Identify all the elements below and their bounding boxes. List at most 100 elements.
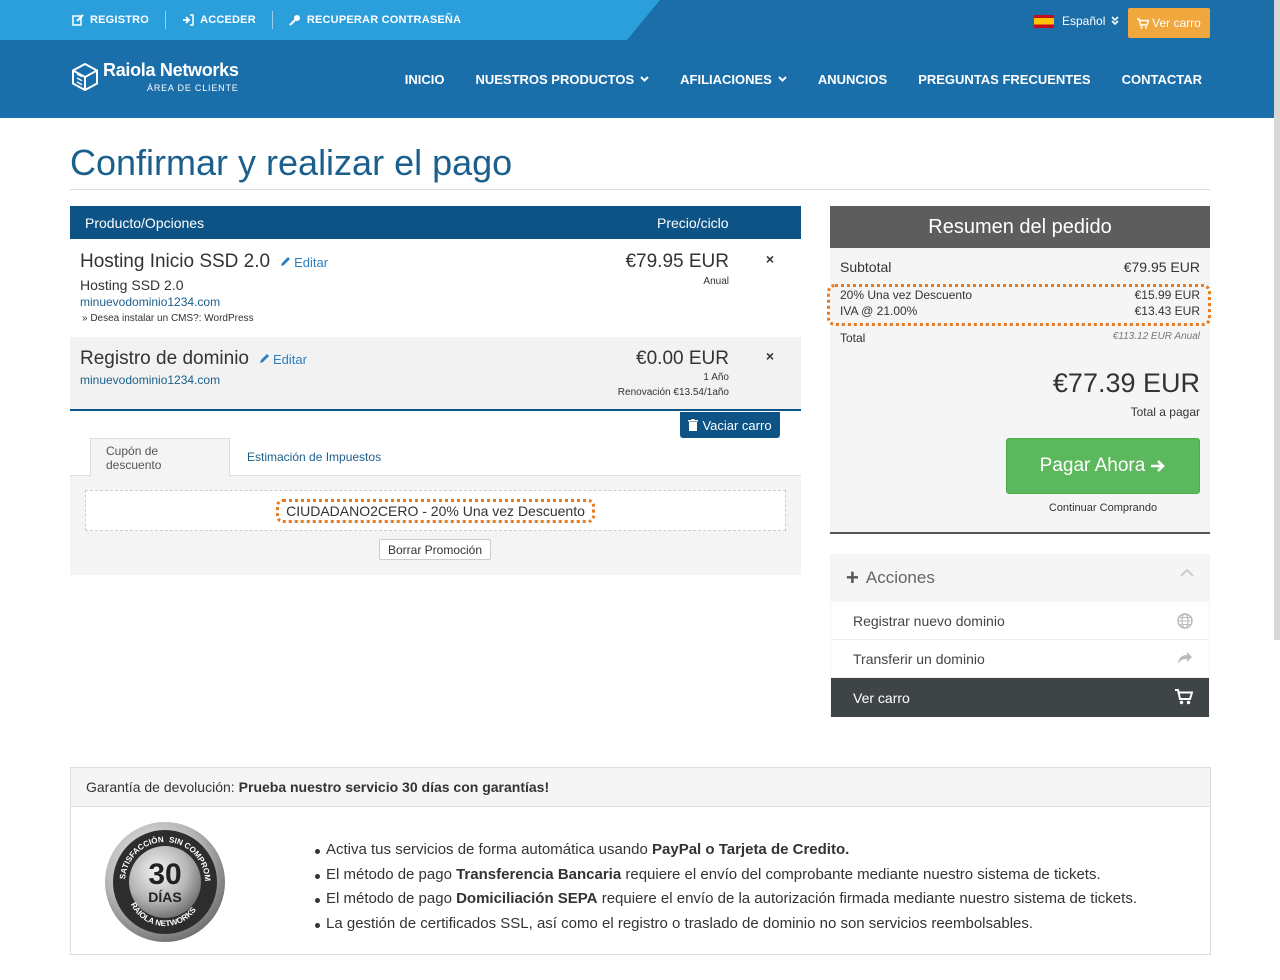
total-to-pay-label: Total a pagar xyxy=(1130,405,1200,419)
edit-icon xyxy=(72,14,84,26)
nav-label: INICIO xyxy=(404,71,445,87)
actions-title: Acciones xyxy=(865,567,935,587)
applied-coupon-box: CIUDADANO2CERO - 20% Una vez Descuento xyxy=(85,490,786,531)
chevron-down-icon xyxy=(640,76,649,82)
subtotal-row: Subtotal €79.95 EUR xyxy=(840,259,1200,275)
order-summary: Resumen del pedido Subtotal €79.95 EUR 2… xyxy=(827,206,1211,534)
empty-cart-button[interactable]: Vaciar carro xyxy=(680,412,780,438)
bullet-text: El método de pago xyxy=(326,890,457,907)
tab-coupon[interactable]: Cupón de descuento xyxy=(90,438,230,476)
bullet-bold: Transferencia Bancaria xyxy=(456,865,622,883)
recover-password-label: RECUPERAR CONTRASEÑA xyxy=(306,14,462,26)
cart-table-header: Producto/Opciones Precio/ciclo xyxy=(70,206,801,239)
nav-item-afiliaciones[interactable]: AFILIACIONES xyxy=(680,72,787,87)
applied-coupon: CIUDADANO2CERO - 20% Una vez Descuento xyxy=(276,498,595,523)
divider xyxy=(271,11,273,29)
view-cart-action[interactable]: Ver carro xyxy=(831,678,1209,717)
product-domain: minuevodominio1234.com xyxy=(80,295,221,309)
top-bar: REGISTRO ACCEDER RECUPERAR CONTRASEÑA Es… xyxy=(0,0,1280,40)
globe-icon xyxy=(1177,613,1193,629)
register-label: REGISTRO xyxy=(90,14,150,26)
product-option: » Desea instalar un CMS?: WordPress xyxy=(82,313,254,324)
language-selector[interactable]: Español xyxy=(1034,14,1120,28)
product-price: €0.00 EUR xyxy=(636,348,729,369)
view-cart-button[interactable]: Ver carro xyxy=(1128,8,1210,38)
bullet-bold: Domiciliación SEPA xyxy=(456,890,598,907)
guarantee-header: Garantía de devolución: Prueba nuestro s… xyxy=(71,768,1210,807)
order-summary-title: Resumen del pedido xyxy=(830,206,1210,248)
nav-item-inicio[interactable]: INICIO xyxy=(405,72,445,87)
guarantee-list: Activa tus servicios de forma automática… xyxy=(315,838,1137,936)
seal-days: DÍAS xyxy=(148,889,181,905)
nav-label: AFILIACIONES xyxy=(680,71,772,87)
chevron-down-icon xyxy=(778,76,787,82)
login-link[interactable]: ACCEDER xyxy=(182,14,256,26)
nav-menu: INICIO NUESTROS PRODUCTOS AFILIACIONES A… xyxy=(374,40,1202,118)
plus-icon: + xyxy=(846,564,859,590)
logo[interactable]: Raiola Networks ÁREA DE CLIENTE xyxy=(72,60,239,93)
product-renewal: Renovación €13.54/1año xyxy=(617,387,729,398)
list-item: La gestión de certificados SSL, así como… xyxy=(315,912,1137,937)
guarantee-panel: Garantía de devolución: Prueba nuestro s… xyxy=(70,767,1211,955)
nav-item-faq[interactable]: PREGUNTAS FRECUENTES xyxy=(918,72,1090,87)
list-item: El método de pago Domiciliación SEPA req… xyxy=(315,887,1137,912)
edit-label: Editar xyxy=(294,255,329,270)
edit-label: Editar xyxy=(272,352,307,367)
remove-hosting-button[interactable]: × xyxy=(766,251,774,267)
total-row: Total €113.12 EUR Anual xyxy=(840,331,1200,345)
cube-logo-icon xyxy=(72,62,98,91)
total-recurring: €113.12 EUR Anual xyxy=(1112,331,1200,342)
remove-promotion-button[interactable]: Borrar Promoción xyxy=(379,539,491,560)
continue-shopping-link[interactable]: Continuar Comprando xyxy=(1006,502,1200,514)
register-link[interactable]: REGISTRO xyxy=(72,14,149,26)
subtotal-value: €79.95 EUR xyxy=(1123,259,1200,275)
sign-in-icon xyxy=(183,14,194,26)
cart-item-hosting: Hosting Inicio SSD 2.0 Editar Hosting SSD… xyxy=(70,240,801,336)
nav-item-productos[interactable]: NUESTROS PRODUCTOS xyxy=(475,72,649,87)
recover-password-link[interactable]: RECUPERAR CONTRASEÑA xyxy=(289,14,461,26)
divider xyxy=(70,189,1210,190)
view-cart-label: Ver carro xyxy=(1152,16,1201,30)
column-price: Precio/ciclo xyxy=(657,215,729,231)
arrow-right-icon xyxy=(1151,460,1166,472)
guarantee-label: Garantía de devolución: xyxy=(86,779,235,795)
nav-label: CONTACTAR xyxy=(1121,71,1202,87)
product-domain: minuevodominio1234.com xyxy=(80,373,221,387)
discount-highlight xyxy=(827,284,1211,326)
key-icon xyxy=(289,15,300,26)
double-chevron-down-icon xyxy=(1111,16,1119,26)
guarantee-headline: Prueba nuestro servicio 30 días con gara… xyxy=(238,779,550,795)
nav-item-contactar[interactable]: CONTACTAR xyxy=(1122,72,1202,87)
action-label: Transferir un dominio xyxy=(853,650,985,667)
product-name: Registro de dominio xyxy=(80,348,249,369)
divider xyxy=(165,11,167,29)
product-price: €79.95 EUR xyxy=(625,251,729,272)
total-label: Total xyxy=(840,331,866,345)
scrollbar[interactable] xyxy=(1274,0,1280,640)
empty-cart-label: Vaciar carro xyxy=(702,417,772,433)
tab-tax-estimate[interactable]: Estimación de Impuestos xyxy=(232,438,396,476)
pay-now-button[interactable]: Pagar Ahora xyxy=(1006,438,1200,494)
bullet-text: requiere el envío del comprobante median… xyxy=(621,865,1101,883)
remove-domain-button[interactable]: × xyxy=(766,348,774,364)
subtotal-label: Subtotal xyxy=(840,259,892,275)
product-cycle: Anual xyxy=(703,276,729,287)
list-item: El método de pago Transferencia Bancaria… xyxy=(315,863,1137,888)
share-icon xyxy=(1178,652,1192,664)
edit-domain-link[interactable]: Editar xyxy=(259,352,307,367)
trash-icon xyxy=(688,419,699,431)
edit-hosting-link[interactable]: Editar xyxy=(280,255,328,270)
product-name-line: Registro de dominio Editar xyxy=(80,348,307,370)
register-domain-action[interactable]: Registrar nuevo dominio xyxy=(831,602,1209,640)
spain-flag-icon xyxy=(1034,14,1054,28)
action-label: Ver carro xyxy=(853,689,910,706)
language-label: Español xyxy=(1062,14,1106,28)
nav-item-anuncios[interactable]: ANUNCIOS xyxy=(818,72,887,87)
pay-now-label: Pagar Ahora xyxy=(1039,455,1146,476)
product-name-line: Hosting Inicio SSD 2.0 Editar xyxy=(80,251,328,273)
actions-header[interactable]: + Acciones xyxy=(830,554,1210,601)
column-product: Producto/Opciones xyxy=(85,215,205,231)
pencil-icon xyxy=(281,257,291,266)
transfer-domain-action[interactable]: Transferir un dominio xyxy=(831,640,1209,678)
logo-subtitle: ÁREA DE CLIENTE xyxy=(147,83,239,93)
